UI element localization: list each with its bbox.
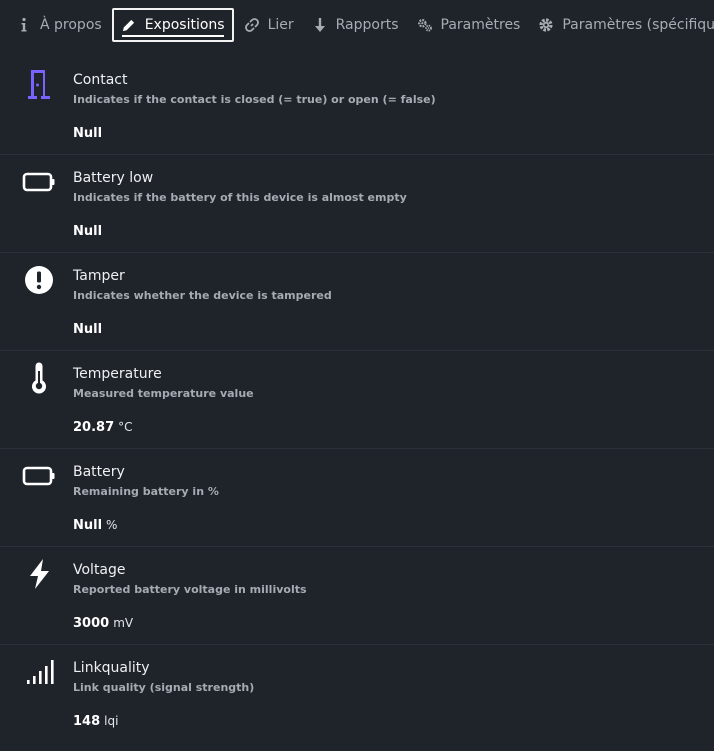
expose-description: Indicates whether the device is tampered bbox=[73, 289, 332, 302]
pencil-icon bbox=[121, 17, 137, 33]
expose-description: Reported battery voltage in millivolts bbox=[73, 583, 307, 596]
info-icon bbox=[16, 17, 32, 33]
expose-row-linkquality: Linkquality Link quality (signal strengt… bbox=[0, 645, 714, 743]
tab-reports[interactable]: Rapports bbox=[304, 8, 407, 42]
expose-name: Contact bbox=[73, 72, 128, 88]
tab-label: À propos bbox=[40, 17, 102, 33]
expose-row-tamper: Tamper Indicates whether the device is t… bbox=[0, 253, 714, 351]
exclamation-circle-icon bbox=[22, 263, 56, 297]
tab-label: Lier bbox=[267, 17, 294, 33]
expose-description: Link quality (signal strength) bbox=[73, 681, 255, 694]
expose-description: Remaining battery in % bbox=[73, 485, 219, 498]
arrow-down-icon bbox=[312, 17, 328, 33]
expose-value: 148 lqi bbox=[73, 714, 119, 729]
expose-name: Voltage bbox=[73, 562, 126, 578]
expose-description: Indicates if the contact is closed (= tr… bbox=[73, 93, 436, 106]
tab-bar: À propos Expositions Lier Rapports Param… bbox=[0, 0, 714, 50]
tab-label: Expositions bbox=[144, 17, 225, 33]
expose-description: Measured temperature value bbox=[73, 387, 254, 400]
gear-icon bbox=[538, 17, 554, 33]
exposes-list: Contact Indicates if the contact is clos… bbox=[0, 57, 714, 743]
tab-exposes[interactable]: Expositions bbox=[111, 8, 234, 42]
expose-name: Linkquality bbox=[73, 660, 150, 676]
expose-row-battery: Battery Remaining battery in % Null% bbox=[0, 449, 714, 547]
thermometer-icon bbox=[22, 361, 56, 395]
tab-bind[interactable]: Lier bbox=[236, 8, 302, 42]
signal-icon bbox=[22, 655, 56, 689]
expose-value: 3000 mV bbox=[73, 616, 134, 631]
expose-value: Null bbox=[73, 322, 103, 337]
expose-row-battery-low: Battery low Indicates if the battery of … bbox=[0, 155, 714, 253]
expose-value: Null% bbox=[73, 518, 118, 533]
battery-empty-icon bbox=[22, 165, 56, 199]
tab-label: Paramètres (spécifiques) bbox=[562, 17, 714, 33]
expose-row-contact: Contact Indicates if the contact is clos… bbox=[0, 57, 714, 155]
expose-value: 20.87 °C bbox=[73, 420, 133, 435]
expose-description: Indicates if the battery of this device … bbox=[73, 191, 407, 204]
expose-row-voltage: Voltage Reported battery voltage in mill… bbox=[0, 547, 714, 645]
tab-about[interactable]: À propos bbox=[8, 8, 110, 42]
tab-specific-settings[interactable]: Paramètres (spécifiques) bbox=[530, 8, 714, 42]
link-icon bbox=[244, 17, 260, 33]
bolt-icon bbox=[22, 557, 56, 591]
tab-settings[interactable]: Paramètres bbox=[409, 8, 529, 42]
expose-value: Null bbox=[73, 126, 103, 141]
battery-icon bbox=[22, 459, 56, 493]
expose-value: Null bbox=[73, 224, 103, 239]
expose-name: Battery bbox=[73, 464, 125, 480]
tab-label: Rapports bbox=[335, 17, 399, 33]
expose-row-temperature: Temperature Measured temperature value 2… bbox=[0, 351, 714, 449]
tab-label: Paramètres bbox=[440, 17, 521, 33]
door-icon bbox=[22, 67, 56, 101]
expose-name: Tamper bbox=[73, 268, 125, 284]
gears-icon bbox=[417, 17, 433, 33]
expose-name: Temperature bbox=[73, 366, 162, 382]
expose-name: Battery low bbox=[73, 170, 154, 186]
